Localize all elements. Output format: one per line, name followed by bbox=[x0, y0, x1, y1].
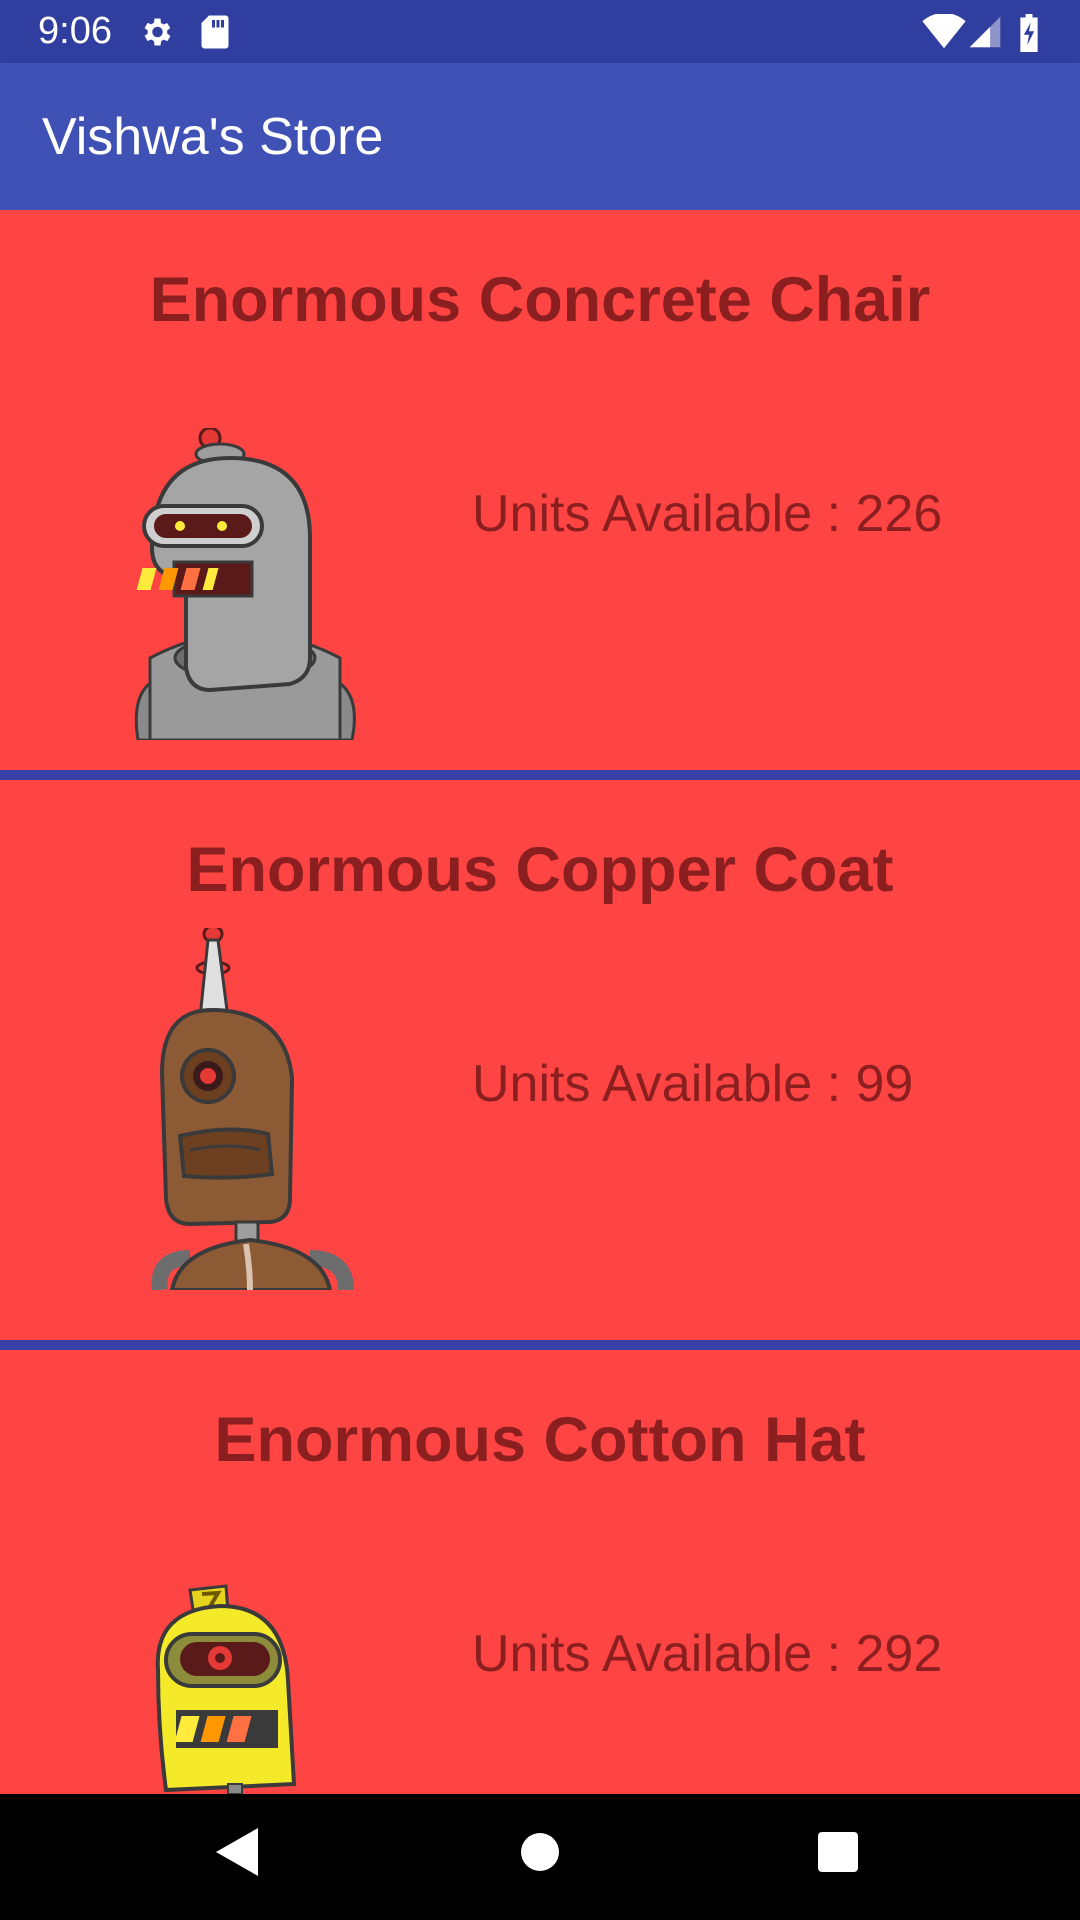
units-available-label: Units Available : 226 bbox=[472, 485, 943, 543]
product-name: Enormous Copper Coat bbox=[186, 835, 894, 905]
product-card[interactable]: Enormous Cotton Hat Units Available : 29… bbox=[0, 1350, 1080, 1794]
product-card[interactable]: Enormous Copper Coat Units Available : 9… bbox=[0, 780, 1080, 1340]
product-card[interactable]: Enormous Concrete Chair Units Available … bbox=[0, 210, 1080, 770]
units-available-label: Units Available : 99 bbox=[472, 1055, 914, 1113]
wifi-icon bbox=[922, 12, 966, 55]
product-name: Enormous Concrete Chair bbox=[149, 265, 931, 335]
home-icon[interactable] bbox=[519, 1824, 561, 1885]
app-title: Vishwa's Store bbox=[42, 108, 384, 166]
recents-icon[interactable] bbox=[816, 1824, 860, 1885]
settings-gear-icon bbox=[138, 14, 174, 55]
app-bar: Vishwa's Store bbox=[0, 63, 1080, 210]
units-available-label: Units Available : 292 bbox=[472, 1625, 943, 1683]
battery-charging-icon bbox=[1018, 14, 1040, 57]
status-time: 9:06 bbox=[38, 10, 112, 52]
status-bar: 9:06 bbox=[0, 0, 1080, 63]
brown-robot-icon bbox=[150, 924, 360, 1295]
gray-robot-icon bbox=[130, 426, 360, 745]
navigation-bar bbox=[0, 1794, 1080, 1920]
back-icon[interactable] bbox=[212, 1824, 262, 1885]
product-list[interactable]: Enormous Concrete Chair Units Available … bbox=[0, 210, 1080, 1794]
cell-signal-icon bbox=[968, 14, 1002, 55]
product-name: Enormous Cotton Hat bbox=[214, 1405, 866, 1475]
yellow-robot-icon bbox=[154, 1580, 304, 1794]
sd-card-icon bbox=[200, 14, 230, 55]
